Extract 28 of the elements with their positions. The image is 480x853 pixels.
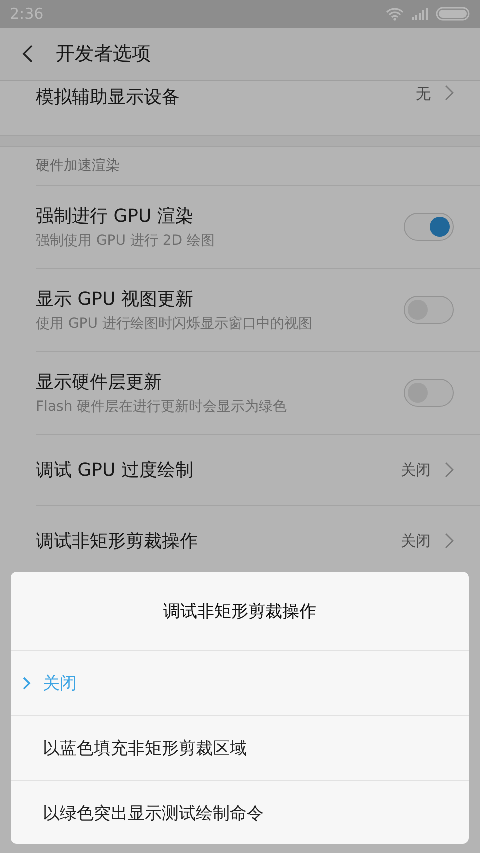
toggle-switch[interactable] — [404, 379, 454, 407]
chevron-icon — [445, 85, 454, 101]
setting-label: 显示 GPU 视图更新 — [36, 288, 194, 311]
wifi-icon — [386, 8, 404, 20]
section-header: 硬件加速渲染 — [36, 157, 120, 175]
setting-label: 强制进行 GPU 渲染 — [36, 205, 194, 228]
page-title: 开发者选项 — [56, 42, 151, 67]
toggle-switch[interactable] — [404, 296, 454, 324]
option-item[interactable]: 以蓝色填充非矩形剪裁区域 — [11, 716, 469, 781]
check-chevron-icon — [23, 676, 31, 690]
setting-value: 关闭 — [401, 460, 431, 480]
setting-label: 调试非矩形剪裁操作 — [36, 530, 199, 553]
dialog-title: 调试非矩形剪裁操作 — [164, 600, 316, 622]
option-item[interactable]: 以绿色突出显示测试绘制命令 — [11, 781, 469, 844]
signal-icon — [412, 8, 428, 20]
setting-label: 显示硬件层更新 — [36, 371, 163, 394]
chevron-icon — [445, 533, 454, 549]
battery-icon — [436, 7, 470, 21]
setting-description: 强制使用 GPU 进行 2D 绘图 — [36, 232, 216, 250]
setting-label: 调试 GPU 过度绘制 — [36, 459, 194, 482]
toggle-switch[interactable] — [404, 213, 454, 241]
setting-label: 模拟辅助显示设备 — [36, 86, 181, 109]
setting-description: Flash 硬件层在进行更新时会显示为绿色 — [36, 398, 288, 416]
setting-value: 无 — [416, 85, 431, 104]
chevron-icon — [445, 462, 454, 478]
setting-value: 关闭 — [401, 532, 431, 550]
setting-description: 使用 GPU 进行绘图时闪烁显示窗口中的视图 — [36, 315, 314, 333]
back-icon[interactable] — [22, 44, 34, 64]
